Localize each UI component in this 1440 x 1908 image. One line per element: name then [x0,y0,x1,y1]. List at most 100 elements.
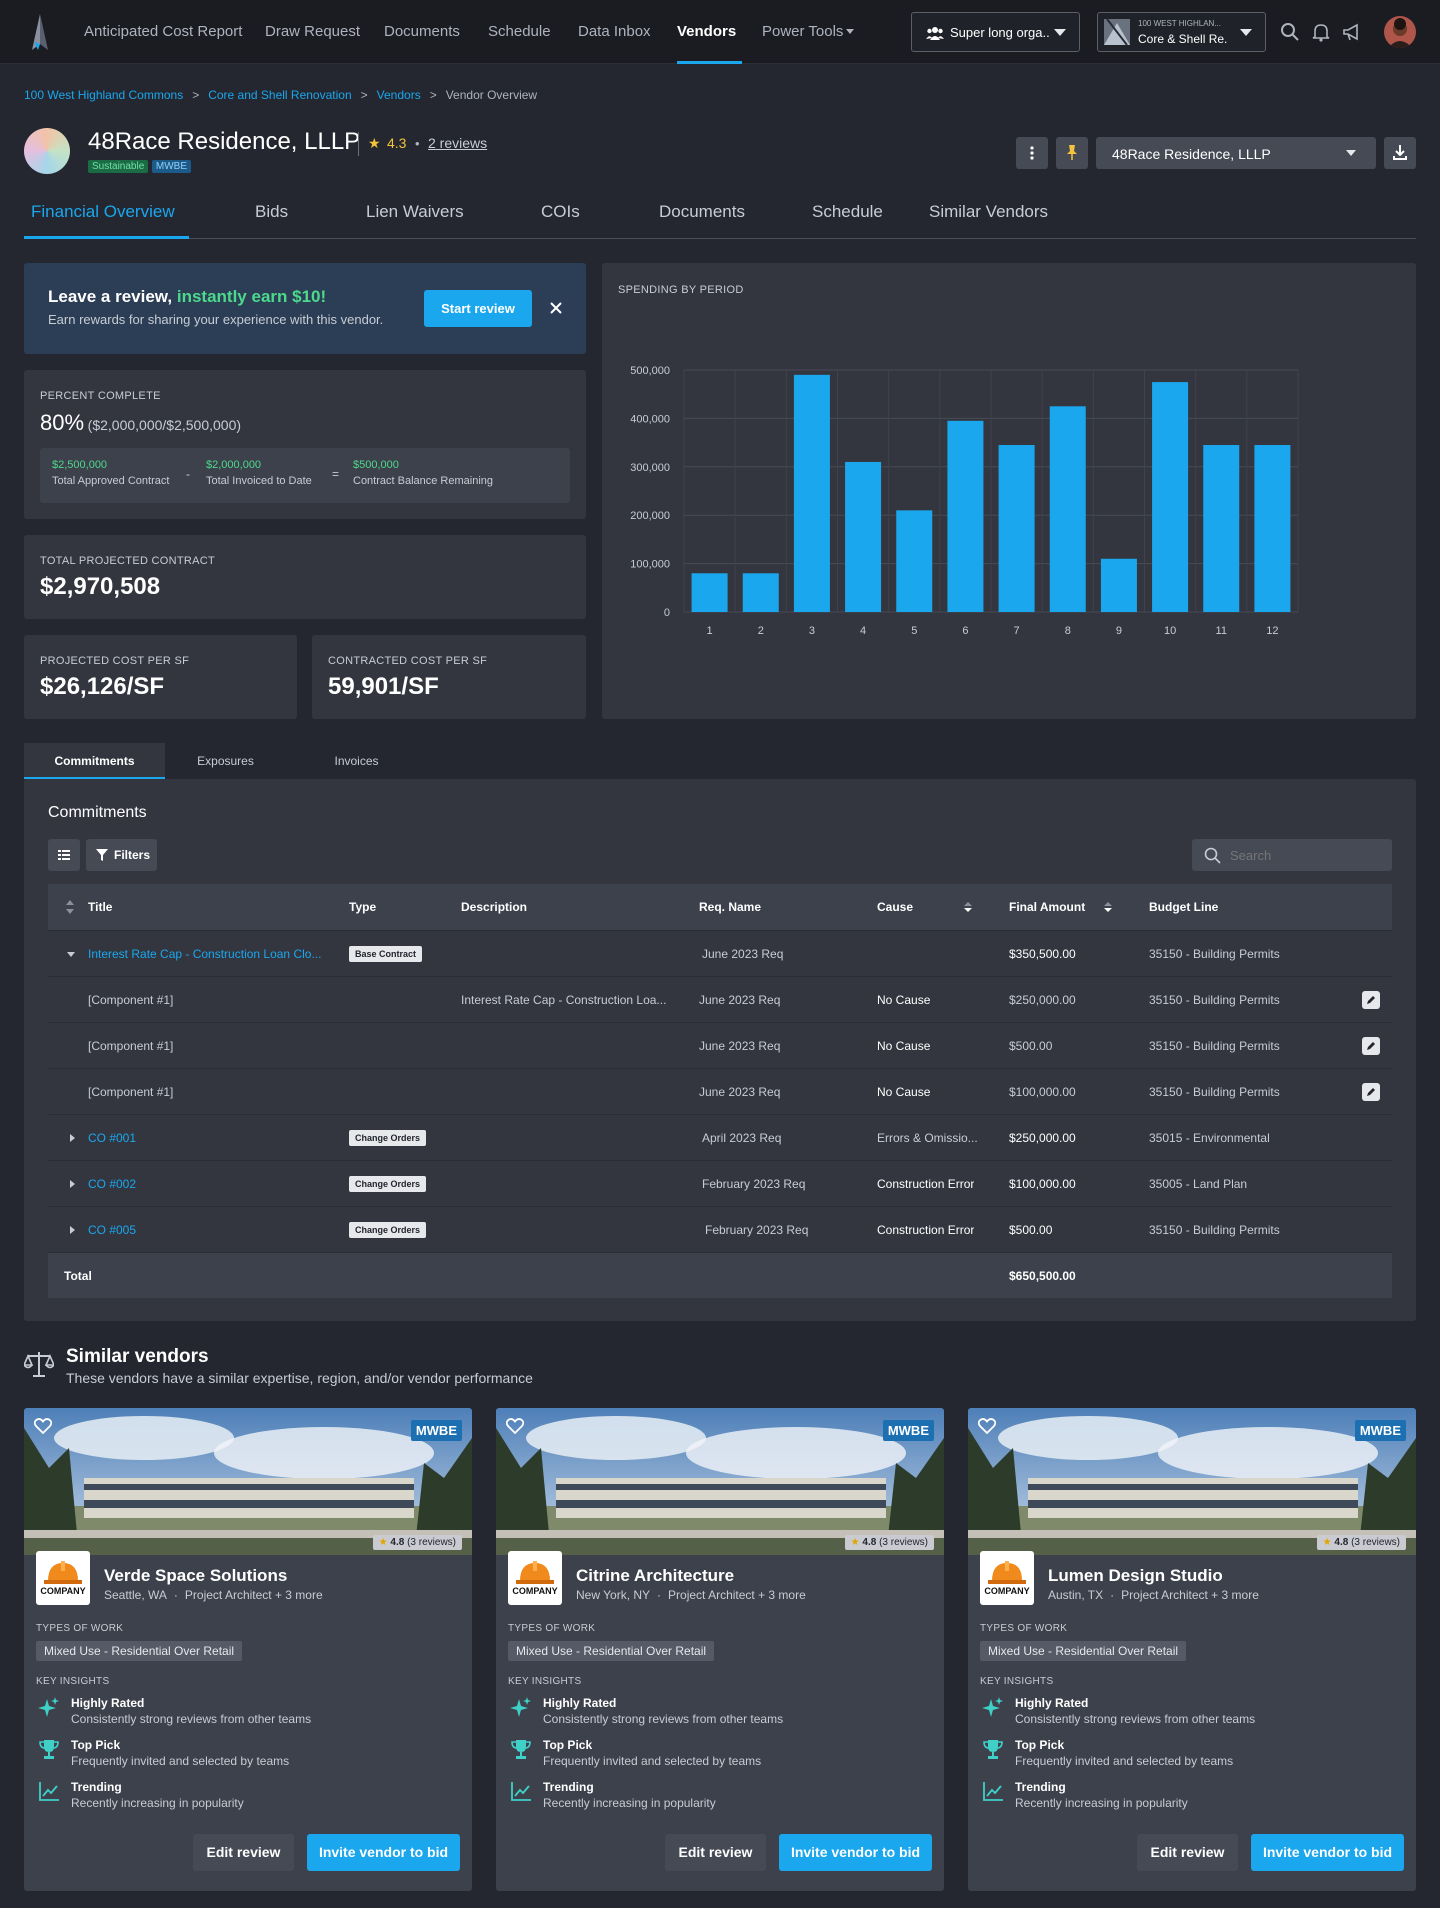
x-tick-label: 12 [1266,625,1278,637]
heart-icon[interactable] [506,1418,524,1434]
column-title[interactable]: Title [88,884,112,930]
table-row[interactable]: [Component #1] Interest Rate Cap - Const… [48,976,1392,1022]
collapse-chevron-icon[interactable] [67,952,75,957]
row-title[interactable]: CO #005 [88,1207,136,1253]
insight-title: Top Pick [543,1738,593,1752]
table-row[interactable]: Interest Rate Cap - Construction Loan Cl… [48,930,1392,976]
vendor-name[interactable]: Lumen Design Studio [1048,1566,1223,1586]
column-toggle-button[interactable] [48,839,80,871]
amount-sort-icon[interactable] [1104,902,1112,912]
invite-vendor-button[interactable]: Invite vendor to bid [779,1834,932,1871]
row-budget-line: 35005 - Land Plan [1149,1177,1248,1191]
vendor-name[interactable]: Verde Space Solutions [104,1566,287,1586]
filters-label: Filters [114,848,151,862]
power-tools-chevron-down-icon[interactable] [846,29,854,34]
vendor-reviews-link[interactable]: 2 reviews [428,135,487,151]
column-cause[interactable]: Cause [877,884,913,930]
nav-documents[interactable]: Documents [384,0,460,64]
heart-icon[interactable] [34,1418,52,1434]
user-avatar[interactable] [1384,16,1416,48]
vendor-review-count: (3 reviews) [1351,1537,1400,1548]
edit-button[interactable] [1362,991,1380,1009]
nav-draw-request[interactable]: Draw Request [265,0,360,64]
nav-anticipated-cost-report[interactable]: Anticipated Cost Report [84,0,242,64]
subtab-exposures[interactable]: Exposures [165,743,286,779]
column-budget-line[interactable]: Budget Line [1149,884,1218,930]
download-button[interactable] [1384,137,1416,169]
search-icon[interactable] [1280,22,1300,42]
edit-review-button[interactable]: Edit review [1137,1834,1238,1871]
breadcrumb-project[interactable]: 100 West Highland Commons [24,88,183,102]
edit-button[interactable] [1362,1037,1380,1055]
bar-period-9 [1100,558,1137,612]
user-avatar-icon [1388,18,1412,48]
row-title[interactable]: CO #001 [88,1115,136,1161]
tab-cois[interactable]: COIs [541,202,580,222]
tab-financial-overview[interactable]: Financial Overview [31,202,175,222]
column-description[interactable]: Description [461,884,527,930]
project-selector-label: 100 WEST HIGHLAN... [1138,19,1221,28]
breadcrumb-separator-icon: > [429,88,437,102]
nav-vendors[interactable]: Vendors [677,0,742,64]
sort-icon[interactable] [66,900,74,914]
column-final-amount[interactable]: Final Amount [1009,884,1085,930]
vendor-badges: Sustainable MWBE [88,157,191,173]
start-review-button[interactable]: Start review [424,290,532,327]
edit-review-button[interactable]: Edit review [193,1834,294,1871]
table-row[interactable]: CO #002 Change Orders February 2023 Req … [48,1160,1392,1206]
org-chevron-down-icon [1054,29,1066,36]
search-box[interactable] [1192,839,1392,871]
vendor-name[interactable]: Citrine Architecture [576,1566,734,1586]
subtab-invoices[interactable]: Invoices [296,743,417,779]
more-options-button[interactable] [1016,137,1048,169]
invite-vendor-button[interactable]: Invite vendor to bid [307,1834,460,1871]
bell-icon[interactable] [1311,22,1331,42]
organization-selector[interactable]: Super long orga... [911,12,1080,52]
total-amount: $650,500.00 [1009,1269,1076,1283]
close-icon[interactable] [550,302,562,314]
invite-vendor-button[interactable]: Invite vendor to bid [1251,1834,1404,1871]
row-title[interactable]: CO #002 [88,1161,136,1207]
pin-button[interactable] [1056,137,1088,169]
app-logo-icon[interactable] [30,14,50,50]
insight-title: Highly Rated [1015,1696,1089,1710]
cause-sort-icon[interactable] [964,902,972,912]
bar-period-12 [1254,445,1291,612]
x-tick-label: 11 [1216,625,1227,637]
similar-vendor-card[interactable]: MWBE ★ 4.8 (3 reviews) COMPANY Citrine A… [496,1408,944,1891]
vendor-selector[interactable]: 48Race Residence, LLLP [1096,137,1376,169]
breadcrumb-scope[interactable]: Core and Shell Renovation [208,88,351,102]
row-title[interactable]: Interest Rate Cap - Construction Loan Cl… [88,931,333,977]
heart-icon[interactable] [978,1418,996,1434]
nav-power-tools[interactable]: Power Tools [762,0,843,64]
breadcrumb-vendors[interactable]: Vendors [377,88,421,102]
nav-schedule[interactable]: Schedule [488,0,551,64]
expand-chevron-icon[interactable] [70,1180,75,1188]
expand-chevron-icon[interactable] [70,1134,75,1142]
table-row[interactable]: CO #001 Change Orders April 2023 Req Err… [48,1114,1392,1160]
hard-hat-icon [44,1561,82,1584]
filters-button[interactable]: Filters [86,839,157,871]
tab-bids[interactable]: Bids [255,202,288,222]
subtab-commitments[interactable]: Commitments [24,743,165,779]
column-type[interactable]: Type [349,884,376,930]
search-input[interactable] [1230,845,1380,865]
nav-data-inbox[interactable]: Data Inbox [578,0,651,64]
tab-lien-waivers[interactable]: Lien Waivers [366,202,464,222]
tab-documents[interactable]: Documents [659,202,745,222]
edit-button[interactable] [1362,1083,1380,1101]
table-row[interactable]: CO #005 Change Orders February 2023 Req … [48,1206,1392,1252]
similar-vendor-card[interactable]: MWBE ★ 4.8 (3 reviews) COMPANY Verde Spa… [24,1408,472,1891]
megaphone-icon[interactable] [1342,22,1362,42]
expand-chevron-icon[interactable] [70,1226,75,1234]
edit-review-button[interactable]: Edit review [665,1834,766,1871]
similar-vendor-card[interactable]: MWBE ★ 4.8 (3 reviews) COMPANY Lumen Des… [968,1408,1416,1891]
tab-similar-vendors[interactable]: Similar Vendors [929,202,1048,222]
tab-schedule[interactable]: Schedule [812,202,883,222]
organization-name: Super long orga... [950,25,1050,40]
column-req-name[interactable]: Req. Name [699,884,761,930]
bar-period-10 [1152,382,1189,612]
table-row[interactable]: [Component #1] June 2023 Req No Cause $5… [48,1022,1392,1068]
project-selector[interactable]: 100 WEST HIGHLAN... Core & Shell Re... [1097,12,1266,52]
table-row[interactable]: [Component #1] June 2023 Req No Cause $1… [48,1068,1392,1114]
